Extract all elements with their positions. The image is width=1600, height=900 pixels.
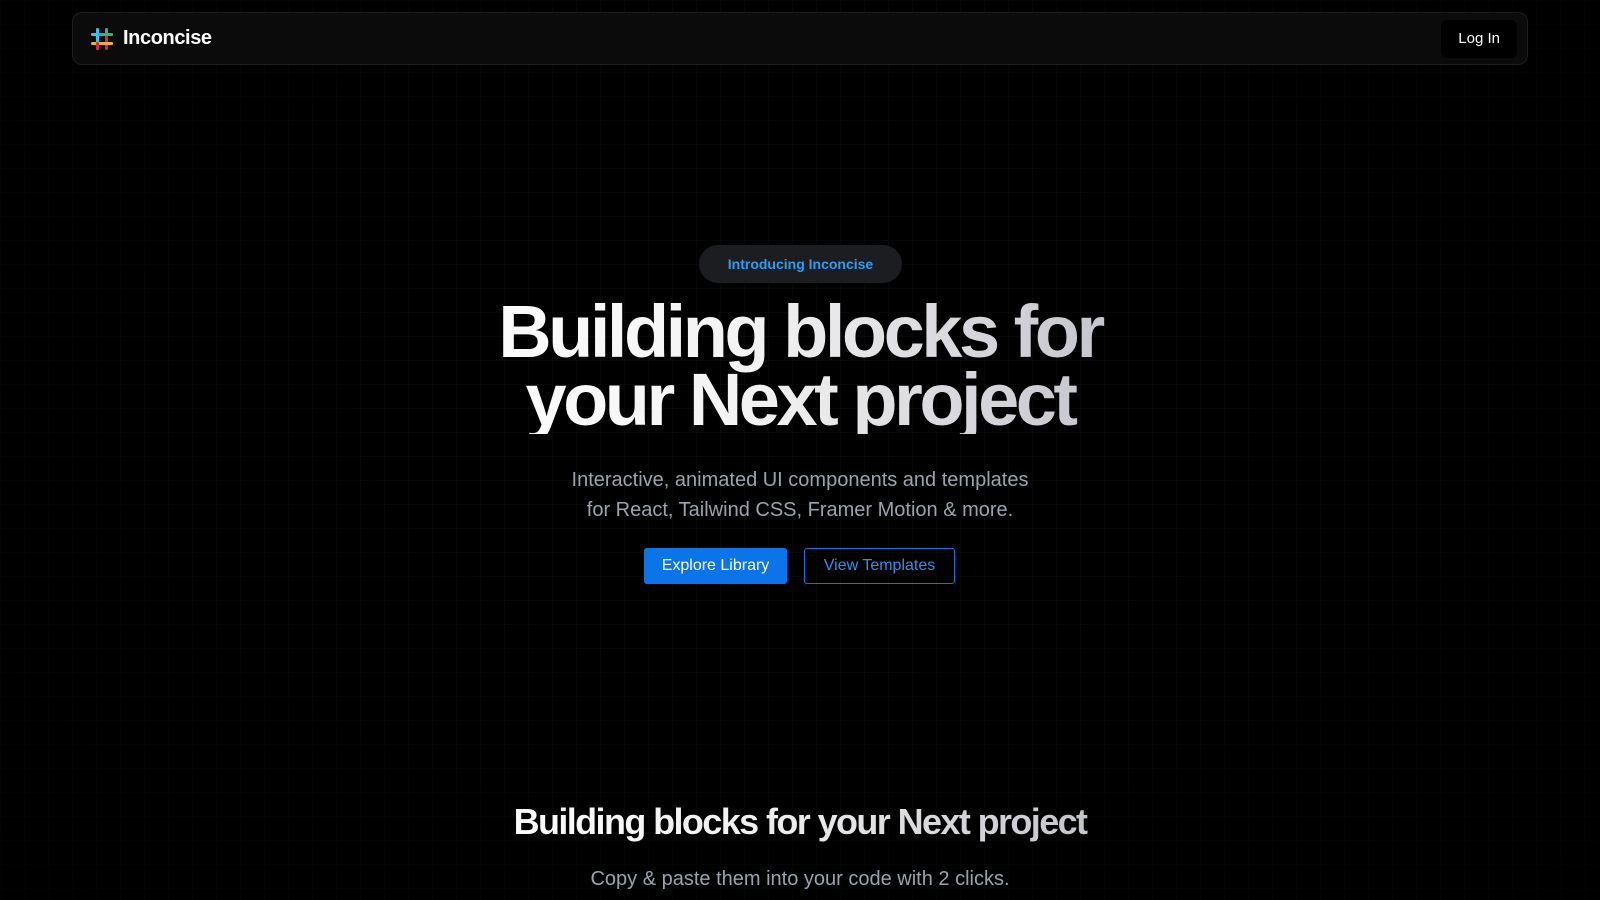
section-subtitle: Copy & paste them into your code with 2 …: [590, 868, 1010, 890]
top-navbar: Inconcise Log In: [72, 12, 1528, 65]
logo-icon: [91, 27, 113, 50]
section-title: Building blocks for your Next project: [400, 800, 1200, 844]
hero-subtitle-line-1: Interactive, animated UI components and …: [571, 469, 1029, 491]
hero-subtitle-line-2: for React, Tailwind CSS, Framer Motion &…: [586, 499, 1014, 521]
hero-title-line-2: your Next project: [525, 358, 1075, 441]
brand-home-link[interactable]: Inconcise: [89, 26, 212, 52]
intro-badge[interactable]: Introducing Inconcise: [699, 245, 902, 283]
view-templates-button[interactable]: View Templates: [804, 548, 955, 584]
brand-name: Inconcise: [123, 27, 212, 49]
explore-library-button[interactable]: Explore Library: [644, 548, 787, 584]
login-button[interactable]: Log In: [1441, 19, 1517, 58]
hero-title: Building blocks for your Next project: [400, 298, 1200, 434]
hero-subtitle: Interactive, animated UI components and …: [500, 465, 1100, 525]
background-vignette: [0, 0, 1600, 900]
landing-page: Inconcise Log In Introducing Inconcise B…: [0, 0, 1600, 900]
cta-button-group: Explore Library View Templates: [644, 548, 955, 584]
